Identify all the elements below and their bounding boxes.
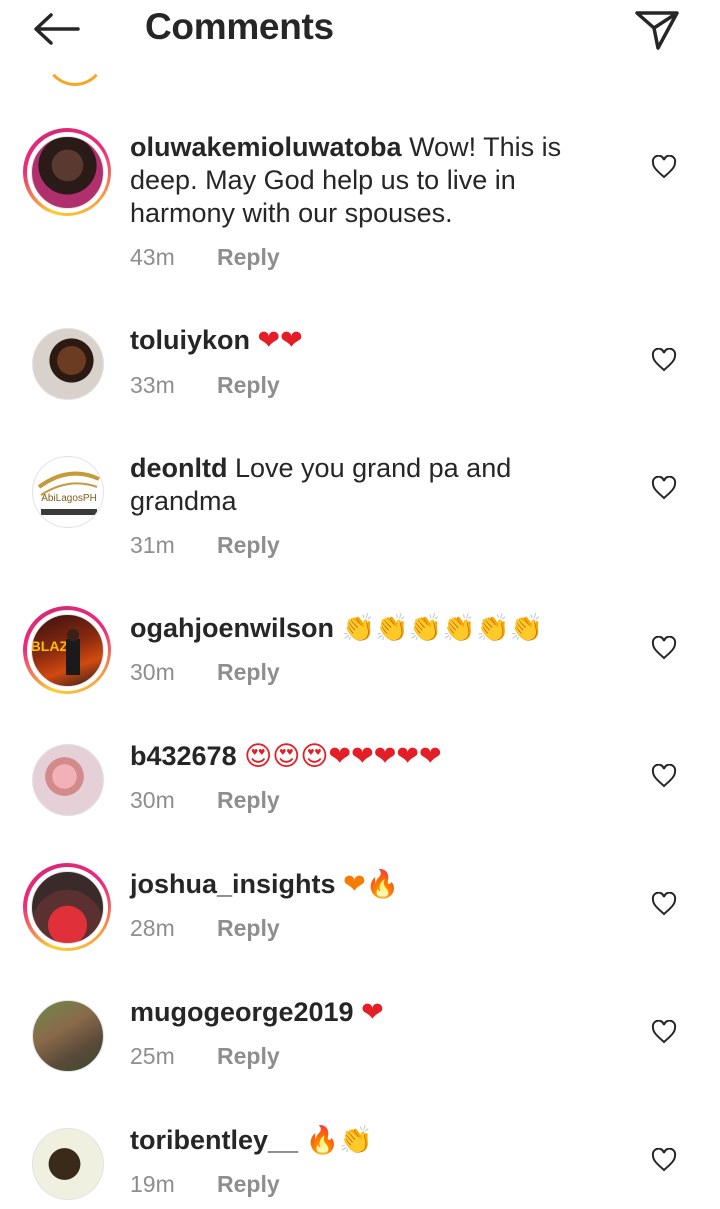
comment-emojis: 😍😍😍❤❤❤❤❤ xyxy=(244,741,442,772)
comment-time: 43m xyxy=(130,244,175,270)
heart-outline-icon xyxy=(651,1148,677,1172)
reply-button[interactable]: Reply xyxy=(217,372,280,399)
comment-emojis: 👏👏👏👏👏👏 xyxy=(341,613,544,644)
like-button[interactable] xyxy=(648,761,680,791)
comment-time: 30m xyxy=(130,659,175,685)
comment-time: 19m xyxy=(130,1171,175,1197)
like-button[interactable] xyxy=(648,1017,680,1047)
avatar-story-ring[interactable] xyxy=(23,863,111,951)
like-button[interactable] xyxy=(648,473,680,503)
reply-button[interactable]: Reply xyxy=(217,1171,280,1198)
avatar[interactable]: AbiLagosPH xyxy=(32,456,104,528)
comment-time: 30m xyxy=(130,787,175,813)
comment-emojis: ❤🔥 xyxy=(343,869,400,900)
avatar-logo-image: AbiLagosPH xyxy=(37,471,100,515)
comment-username[interactable]: ogahjoenwilson xyxy=(130,613,334,643)
like-button[interactable] xyxy=(648,345,680,375)
comment-list: oluwakemioluwatoba Wow! This is deep. Ma… xyxy=(0,0,720,1209)
avatar-story-ring[interactable] xyxy=(23,128,111,216)
comment-username[interactable]: oluwakemioluwatoba xyxy=(130,132,402,162)
like-button[interactable] xyxy=(648,889,680,919)
heart-outline-icon xyxy=(651,636,677,660)
comment-emojis: ❤❤ xyxy=(257,325,303,356)
reply-button[interactable]: Reply xyxy=(217,532,280,559)
comment-time: 33m xyxy=(130,372,175,398)
avatar[interactable] xyxy=(32,1000,104,1072)
reply-button[interactable]: Reply xyxy=(217,915,280,942)
comment-username[interactable]: mugogeorge2019 xyxy=(130,997,354,1027)
reply-button[interactable]: Reply xyxy=(217,659,280,686)
heart-outline-icon xyxy=(651,764,677,788)
comment-username[interactable]: toluiykon xyxy=(130,325,250,355)
comment-username[interactable]: deonltd xyxy=(130,453,227,483)
comment-time: 31m xyxy=(130,532,175,558)
comment-username[interactable]: b432678 xyxy=(130,741,237,771)
comment-emojis: ❤ xyxy=(361,997,384,1028)
heart-outline-icon xyxy=(651,155,677,179)
reply-button[interactable]: Reply xyxy=(217,244,280,271)
like-button[interactable] xyxy=(648,633,680,663)
avatar-logo-text: AbiLagosPH xyxy=(41,493,97,504)
heart-outline-icon xyxy=(651,1020,677,1044)
comment-time: 28m xyxy=(130,915,175,941)
comment-time: 25m xyxy=(130,1043,175,1069)
reply-button[interactable]: Reply xyxy=(217,787,280,814)
like-button[interactable] xyxy=(648,152,680,182)
avatar xyxy=(30,135,104,209)
heart-outline-icon xyxy=(651,348,677,372)
avatar-story-ring[interactable]: BLAZE xyxy=(23,606,111,694)
comment-username[interactable]: joshua_insights xyxy=(130,869,336,899)
avatar[interactable] xyxy=(32,328,104,400)
like-button[interactable] xyxy=(648,1145,680,1175)
heart-outline-icon xyxy=(651,892,677,916)
comment-emojis: 🔥👏 xyxy=(305,1125,373,1156)
avatar-image: BLAZE xyxy=(32,628,80,675)
reply-button[interactable]: Reply xyxy=(217,1043,280,1070)
avatar[interactable] xyxy=(32,1128,104,1200)
heart-outline-icon xyxy=(651,476,677,500)
comment-username[interactable]: toribentley__ xyxy=(130,1125,298,1155)
avatar[interactable] xyxy=(32,744,104,816)
